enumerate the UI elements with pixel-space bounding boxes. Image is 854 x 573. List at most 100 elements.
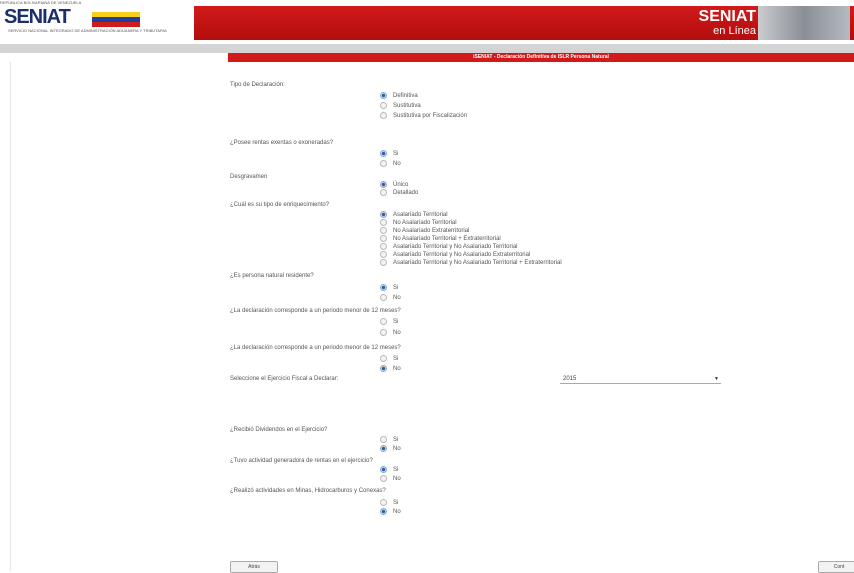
radio-icon[interactable]: [380, 445, 387, 452]
radio-icon[interactable]: [380, 259, 387, 266]
brand-line1: SENIAT: [698, 8, 756, 25]
residente-option[interactable]: No: [380, 294, 401, 302]
periodo2-option-label: Si: [393, 356, 399, 363]
exentas-option-label: Si: [393, 151, 399, 158]
residente-option-label: Si: [393, 285, 399, 292]
periodo1-option-label: Si: [393, 319, 399, 326]
radio-icon[interactable]: [380, 227, 387, 234]
dividendos-option-label: No: [393, 446, 401, 453]
periodo2-question: ¿La declaración corresponde a un periodo…: [230, 345, 401, 351]
residente-option[interactable]: Si: [380, 284, 398, 292]
enriquecimiento-option-label: Asalariado Territorial y No Asalariado E…: [393, 252, 531, 259]
enriquecimiento-option-label: Asalariado Territorial y No Asalariado T…: [393, 244, 518, 251]
form-area: [10, 62, 854, 571]
enriquecimiento-option[interactable]: No Asalariado Extraterritorial: [380, 227, 469, 235]
periodo1-option-label: No: [393, 330, 401, 337]
radio-icon[interactable]: [380, 355, 387, 362]
radio-icon[interactable]: [380, 219, 387, 226]
radio-icon[interactable]: [380, 211, 387, 218]
radio-icon[interactable]: [380, 181, 387, 188]
desgravamen-option[interactable]: Único: [380, 181, 408, 189]
enriquecimiento-option[interactable]: Asalariado Territorial y No Asalariado T…: [380, 243, 518, 251]
periodo1-option[interactable]: Si: [380, 318, 398, 326]
radio-icon[interactable]: [380, 508, 387, 515]
radio-icon[interactable]: [380, 92, 387, 99]
enriquecimiento-option[interactable]: Asalariado Territorial y No Asalariado E…: [380, 251, 530, 259]
radio-icon[interactable]: [380, 235, 387, 242]
enriquecimiento-option[interactable]: Asalariado Territorial: [380, 211, 448, 219]
dividendos-question: ¿Recibió Dividendos en el Ejercicio?: [230, 427, 328, 433]
logo-subtitle: SERVICIO NACIONAL INTEGRADO DE ADMINISTR…: [8, 28, 167, 33]
radio-icon[interactable]: [380, 318, 387, 325]
flag-icon: [92, 12, 140, 27]
chevron-down-icon: ▼: [714, 376, 719, 382]
continue-button[interactable]: Cont: [818, 561, 854, 573]
radio-icon[interactable]: [380, 294, 387, 301]
radio-icon[interactable]: [380, 251, 387, 258]
enriquecimiento-option-label: Asalariado Territorial: [393, 212, 448, 219]
brand-text: SENIAT en Línea: [698, 8, 756, 38]
enriquecimiento-option-label: No Asalariado Extraterritorial: [393, 228, 470, 235]
radio-icon[interactable]: [380, 243, 387, 250]
ejercicio-value: 2015: [563, 376, 577, 382]
ejercicio-select[interactable]: 2015 ▼: [560, 375, 721, 384]
brand-line2: en Línea: [713, 25, 756, 37]
minas-question: ¿Realizó actividades en Minas, Hidrocarb…: [230, 488, 386, 494]
banner-photo: [758, 6, 850, 40]
top-text: REPÚBLICA BOLIVARIANA DE VENEZUELA: [0, 0, 82, 5]
desgravamen-option-label: Detallado: [393, 190, 419, 197]
tipo-option[interactable]: Sustitutiva: [380, 102, 421, 110]
minas-option[interactable]: Si: [380, 499, 398, 507]
periodo2-option[interactable]: Si: [380, 355, 398, 363]
minas-option-label: Si: [393, 500, 399, 507]
enriquecimiento-option-label: Asalariado Territorial y No Asalariado T…: [393, 260, 562, 267]
gray-bar: [0, 44, 854, 53]
radio-icon[interactable]: [380, 189, 387, 196]
exentas-option[interactable]: Si: [380, 150, 398, 158]
radio-icon[interactable]: [380, 102, 387, 109]
radio-icon[interactable]: [380, 329, 387, 336]
exentas-option[interactable]: No: [380, 160, 401, 168]
back-button[interactable]: Atrás: [230, 561, 278, 573]
tipo-option-label: Sustitutiva por Fiscalización: [393, 113, 468, 120]
periodo2-option-label: No: [393, 366, 401, 373]
enriquecimiento-option[interactable]: Asalariado Territorial y No Asalariado T…: [380, 259, 562, 267]
radio-icon[interactable]: [380, 284, 387, 291]
desgravamen-option-label: Único: [393, 182, 409, 189]
radio-icon[interactable]: [380, 150, 387, 157]
dividendos-option-label: Si: [393, 437, 399, 444]
radio-icon[interactable]: [380, 160, 387, 167]
residente-option-label: No: [393, 295, 401, 302]
enriquecimiento-option-label: No Asalariado Territorial: [393, 220, 457, 227]
dividendos-option[interactable]: No: [380, 445, 401, 453]
minas-option[interactable]: No: [380, 508, 401, 516]
ejercicio-question: Seleccione el Ejercicio Fiscal a Declara…: [230, 376, 339, 382]
seniat-logo: SENIAT: [4, 6, 71, 28]
radio-icon[interactable]: [380, 365, 387, 372]
enriquecimiento-question: ¿Cuál es su tipo de enriquecimiento?: [230, 202, 330, 208]
actividad-option[interactable]: No: [380, 475, 401, 483]
tipo-option-label: Definitiva: [393, 93, 418, 100]
dividendos-option[interactable]: Si: [380, 436, 398, 444]
enriquecimiento-option[interactable]: No Asalariado Territorial: [380, 219, 457, 227]
tipo-option[interactable]: Definitiva: [380, 92, 418, 100]
radio-icon[interactable]: [380, 436, 387, 443]
actividad-option[interactable]: Si: [380, 466, 398, 474]
periodo2-option[interactable]: No: [380, 365, 401, 373]
tipo-option-label: Sustitutiva: [393, 103, 421, 110]
minas-option-label: No: [393, 509, 401, 516]
radio-icon[interactable]: [380, 475, 387, 482]
radio-icon[interactable]: [380, 466, 387, 473]
tipo-option[interactable]: Sustitutiva por Fiscalización: [380, 112, 467, 120]
periodo1-option[interactable]: No: [380, 329, 401, 337]
periodo1-question: ¿La declaración corresponde a un periodo…: [230, 308, 401, 314]
desgravamen-option[interactable]: Detallado: [380, 189, 418, 197]
actividad-option-label: No: [393, 476, 401, 483]
page-title: iSENIAT - Declaración Definitiva de ISLR…: [228, 53, 854, 62]
radio-icon[interactable]: [380, 499, 387, 506]
radio-icon[interactable]: [380, 112, 387, 119]
header: REPÚBLICA BOLIVARIANA DE VENEZUELA SENIA…: [0, 0, 854, 44]
exentas-option-label: No: [393, 161, 401, 168]
residente-question: ¿Es persona natural residente?: [230, 273, 314, 279]
enriquecimiento-option[interactable]: No Asalariado Territorial + Extraterrito…: [380, 235, 501, 243]
